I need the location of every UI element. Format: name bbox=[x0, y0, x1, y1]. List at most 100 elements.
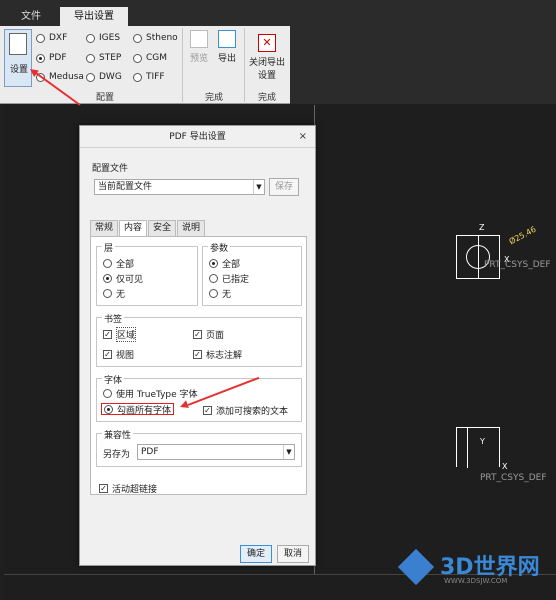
export-button[interactable]: 导出 bbox=[214, 30, 240, 64]
checkbox-checked-icon: ✓ bbox=[193, 349, 202, 359]
format-dwg[interactable]: DWG bbox=[86, 71, 122, 83]
tab-description[interactable]: 说明 bbox=[177, 220, 206, 236]
format-label: Medusa bbox=[49, 72, 84, 82]
close-label-line2: 设置 bbox=[257, 71, 276, 81]
export-icon bbox=[218, 30, 236, 48]
format-label: IGES bbox=[99, 33, 121, 43]
format-label: CGM bbox=[146, 53, 168, 63]
option-label: 添加可搜索的文本 bbox=[216, 406, 289, 417]
option-label: 仅可见 bbox=[116, 274, 144, 285]
tab-export-settings[interactable]: 导出设置 bbox=[60, 7, 128, 26]
layers-option-all[interactable]: 全部 bbox=[103, 257, 135, 270]
active-hyperlink-checkbox[interactable]: ✓ 活动超链接 bbox=[99, 482, 157, 495]
preview-label: 预览 bbox=[189, 54, 208, 64]
tab-file[interactable]: 文件 bbox=[4, 7, 58, 26]
format-cgm[interactable]: CGM bbox=[133, 52, 167, 64]
params-group: 参数 全部 已指定 无 bbox=[202, 241, 302, 306]
format-dxf[interactable]: DXF bbox=[36, 32, 67, 44]
close-export-settings-button[interactable]: ✕ 关闭导出 设置 bbox=[246, 34, 288, 81]
checkbox-checked-icon: ✓ bbox=[203, 405, 212, 415]
watermark-url: WWW.3DSJW.COM bbox=[444, 577, 508, 585]
font-truetype-radio[interactable]: 使用 TrueType 字体 bbox=[103, 387, 198, 400]
params-option-all[interactable]: 全部 bbox=[209, 257, 240, 270]
format-label: DXF bbox=[49, 33, 68, 43]
bookmarks-group-title: 书签 bbox=[102, 312, 125, 325]
params-option-none[interactable]: 无 bbox=[209, 287, 232, 300]
format-tiff[interactable]: TIFF bbox=[133, 71, 165, 83]
font-outline-radio[interactable]: 勾画所有字体 bbox=[101, 403, 175, 416]
layers-option-none[interactable]: 无 bbox=[103, 287, 126, 300]
tab-security[interactable]: 安全 bbox=[148, 220, 177, 236]
settings-button[interactable]: 设置 bbox=[4, 29, 32, 87]
format-pdf[interactable]: PDF bbox=[36, 52, 67, 64]
radio-icon bbox=[133, 33, 142, 43]
group-finish-label: 完成 bbox=[204, 93, 223, 103]
format-step[interactable]: STEP bbox=[86, 52, 121, 64]
radio-selected-icon bbox=[36, 53, 45, 63]
format-label: PDF bbox=[49, 53, 67, 63]
edge-line bbox=[467, 428, 468, 468]
csys-label-top: PRT_CSYS_DEF bbox=[484, 260, 551, 270]
group-config-label: 配置 bbox=[95, 93, 114, 103]
format-label: STEP bbox=[99, 53, 122, 63]
ribbon-separator bbox=[244, 28, 245, 102]
save-profile-button[interactable]: 保存 bbox=[269, 178, 299, 196]
dimension-label: Ø25.46 bbox=[507, 224, 538, 247]
close-label-line1: 关闭导出 bbox=[248, 58, 285, 68]
option-label: 标志注解 bbox=[206, 350, 243, 361]
dialog-close-icon[interactable]: × bbox=[299, 131, 307, 142]
ok-button[interactable]: 确定 bbox=[240, 545, 272, 563]
ribbon-separator bbox=[182, 28, 183, 102]
tab-general[interactable]: 常规 bbox=[90, 220, 119, 236]
radio-selected-icon bbox=[209, 258, 218, 268]
bookmark-regions-checkbox[interactable]: ✓ 区域 bbox=[103, 326, 137, 342]
tab-content[interactable]: 内容 bbox=[119, 220, 148, 237]
format-stheno[interactable]: Stheno bbox=[133, 32, 178, 44]
bookmark-pages-checkbox[interactable]: ✓ 页面 bbox=[193, 328, 224, 341]
radio-icon bbox=[103, 388, 112, 398]
compat-group-title: 兼容性 bbox=[102, 428, 134, 441]
content-panel: 层 全部 仅可见 无 参数 全部 已指定 无 书签 ✓ 区域 ✓ 页面 ✓ 视图 ✓ 标… bbox=[90, 236, 307, 495]
params-group-title: 参数 bbox=[208, 241, 231, 254]
option-label: 全部 bbox=[116, 259, 135, 270]
option-label: 使用 TrueType 字体 bbox=[116, 389, 198, 400]
preview-button[interactable]: 预览 bbox=[186, 30, 212, 64]
layers-group-title: 层 bbox=[102, 241, 116, 254]
profile-select[interactable]: 当前配置文件 ▼ bbox=[94, 179, 265, 195]
export-label: 导出 bbox=[217, 54, 236, 64]
saveas-label: 另存为 bbox=[103, 450, 131, 460]
layers-option-visible[interactable]: 仅可见 bbox=[103, 272, 144, 285]
checkbox-checked-icon: ✓ bbox=[99, 483, 108, 493]
option-label: 无 bbox=[222, 289, 232, 300]
radio-icon bbox=[103, 288, 112, 298]
radio-icon bbox=[209, 288, 218, 298]
format-label: DWG bbox=[99, 72, 122, 82]
center-line bbox=[478, 236, 479, 278]
compat-group: 兼容性 另存为 PDF ▼ bbox=[96, 428, 302, 467]
radio-icon bbox=[133, 72, 142, 82]
radio-icon bbox=[36, 33, 45, 43]
dialog-title: PDF 导出设置 bbox=[80, 126, 315, 148]
chevron-down-icon: ▼ bbox=[253, 180, 264, 194]
bookmark-views-checkbox[interactable]: ✓ 视图 bbox=[103, 348, 135, 361]
pdf-export-settings-dialog: PDF 导出设置 × 配置文件 当前配置文件 ▼ 保存 常规 内容 安全 说明 … bbox=[79, 125, 316, 566]
layers-group: 层 全部 仅可见 无 bbox=[96, 241, 198, 306]
profile-label: 配置文件 bbox=[92, 164, 129, 174]
format-iges[interactable]: IGES bbox=[86, 32, 120, 44]
option-label: 区域 bbox=[116, 326, 137, 342]
font-searchable-checkbox[interactable]: ✓ 添加可搜索的文本 bbox=[203, 404, 289, 417]
bookmark-annotations-checkbox[interactable]: ✓ 标志注解 bbox=[193, 348, 243, 361]
radio-icon bbox=[103, 258, 112, 268]
group-finish-label-2: 完成 bbox=[257, 93, 276, 103]
cancel-button[interactable]: 取消 bbox=[277, 545, 309, 563]
option-label: 视图 bbox=[116, 350, 135, 361]
chevron-down-icon: ▼ bbox=[283, 445, 294, 459]
csys-label-bottom: PRT_CSYS_DEF bbox=[480, 473, 547, 483]
params-option-specified[interactable]: 已指定 bbox=[209, 272, 249, 285]
option-label: 无 bbox=[116, 289, 126, 300]
radio-icon bbox=[86, 33, 95, 43]
watermark-logo: 3D世界网 WWW.3DSJW.COM bbox=[397, 545, 550, 590]
radio-selected-icon bbox=[104, 404, 113, 414]
saveas-select[interactable]: PDF ▼ bbox=[137, 444, 295, 460]
format-label: Stheno bbox=[146, 33, 178, 43]
